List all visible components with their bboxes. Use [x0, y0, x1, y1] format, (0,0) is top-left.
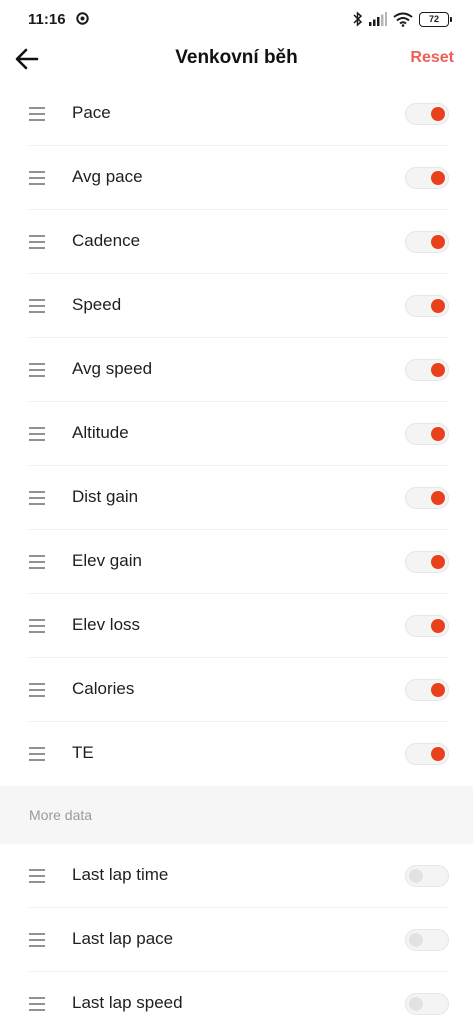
- drag-handle-icon[interactable]: [28, 619, 46, 633]
- toggle-switch[interactable]: [405, 167, 449, 189]
- list-item[interactable]: Avg pace: [0, 146, 473, 210]
- toggle-switch[interactable]: [405, 865, 449, 887]
- drag-handle-icon[interactable]: [28, 683, 46, 697]
- drag-handle-icon[interactable]: [28, 555, 46, 569]
- drag-handle-icon[interactable]: [28, 427, 46, 441]
- toggle-knob: [431, 555, 445, 569]
- reset-button[interactable]: Reset: [410, 49, 454, 67]
- page-title: Venkovní běh: [175, 47, 298, 68]
- drag-handle-icon[interactable]: [28, 363, 46, 377]
- drag-handle-icon[interactable]: [28, 171, 46, 185]
- list-item[interactable]: TE: [0, 722, 473, 786]
- list-item[interactable]: Speed: [0, 274, 473, 338]
- battery-icon: 72: [419, 11, 452, 27]
- list-item-label: Speed: [72, 295, 122, 314]
- list-item-label: Avg pace: [72, 167, 143, 186]
- toggle-knob: [431, 619, 445, 633]
- toggle-knob: [409, 869, 423, 883]
- toggle-switch[interactable]: [405, 103, 449, 125]
- toggle-switch[interactable]: [405, 423, 449, 445]
- toggle-switch[interactable]: [405, 551, 449, 573]
- list-item[interactable]: Dist gain: [0, 466, 473, 530]
- drag-handle-icon[interactable]: [28, 491, 46, 505]
- notification-dot-icon: [76, 12, 89, 25]
- toggle-switch[interactable]: [405, 679, 449, 701]
- toggle-knob: [431, 491, 445, 505]
- app-bar: Venkovní běh Reset: [0, 38, 473, 80]
- toggle-knob: [431, 363, 445, 377]
- cell-signal-icon: [369, 12, 387, 26]
- drag-handle-icon[interactable]: [28, 997, 46, 1011]
- more-data-header: More data: [0, 786, 473, 844]
- list-item[interactable]: Avg speed: [0, 338, 473, 402]
- section-title: More data: [29, 807, 93, 823]
- drag-handle-icon[interactable]: [28, 107, 46, 121]
- toggle-switch[interactable]: [405, 231, 449, 253]
- active-fields-list: Pace Avg pace Cadence Speed Avg speed Altitud…: [0, 82, 473, 786]
- list-item[interactable]: Calories: [0, 658, 473, 722]
- toggle-knob: [431, 299, 445, 313]
- toggle-switch[interactable]: [405, 743, 449, 765]
- list-item-label: TE: [72, 743, 94, 762]
- list-item[interactable]: Altitude: [0, 402, 473, 466]
- toggle-knob: [431, 171, 445, 185]
- toggle-knob: [431, 683, 445, 697]
- drag-handle-icon[interactable]: [28, 299, 46, 313]
- toggle-switch[interactable]: [405, 359, 449, 381]
- drag-handle-icon[interactable]: [28, 869, 46, 883]
- list-item-label: Altitude: [72, 423, 129, 442]
- toggle-knob: [431, 747, 445, 761]
- drag-handle-icon[interactable]: [28, 747, 46, 761]
- drag-handle-icon[interactable]: [28, 235, 46, 249]
- toggle-switch[interactable]: [405, 295, 449, 317]
- list-item[interactable]: Elev loss: [0, 594, 473, 658]
- toggle-knob: [431, 107, 445, 121]
- wifi-icon: [393, 12, 413, 27]
- toggle-knob: [409, 997, 423, 1011]
- status-bar: 11:16 72: [0, 0, 473, 38]
- status-icons: 72: [353, 10, 452, 28]
- list-item-label: Last lap pace: [72, 929, 174, 948]
- list-item-label: Last lap speed: [72, 993, 183, 1012]
- toggle-switch[interactable]: [405, 615, 449, 637]
- drag-handle-icon[interactable]: [28, 933, 46, 947]
- list-item[interactable]: Last lap speed: [0, 972, 473, 1036]
- toggle-switch[interactable]: [405, 929, 449, 951]
- list-item[interactable]: Last lap time: [0, 844, 473, 908]
- list-item-label: Dist gain: [72, 487, 139, 506]
- list-item-label: Elev gain: [72, 551, 142, 570]
- toggle-knob: [431, 235, 445, 249]
- list-item-label: Avg speed: [72, 359, 153, 378]
- more-fields-list: Last lap time Last lap pace Last lap speed: [0, 844, 473, 1036]
- list-item-label: Calories: [72, 679, 135, 698]
- list-item-label: Elev loss: [72, 615, 141, 634]
- toggle-knob: [431, 427, 445, 441]
- list-item[interactable]: Last lap pace: [0, 908, 473, 972]
- list-item-label: Cadence: [72, 231, 141, 250]
- bluetooth-icon: [353, 11, 363, 27]
- data-field-list: Pace Avg pace Cadence Speed Avg speed Altitud…: [0, 82, 473, 1036]
- toggle-switch[interactable]: [405, 487, 449, 509]
- toggle-switch[interactable]: [405, 993, 449, 1015]
- list-item-label: Last lap time: [72, 865, 169, 884]
- status-time: 11:16: [28, 11, 66, 28]
- list-item[interactable]: Cadence: [0, 210, 473, 274]
- list-item-label: Pace: [72, 103, 111, 122]
- list-item[interactable]: Elev gain: [0, 530, 473, 594]
- list-item[interactable]: Pace: [0, 82, 473, 146]
- toggle-knob: [409, 933, 423, 947]
